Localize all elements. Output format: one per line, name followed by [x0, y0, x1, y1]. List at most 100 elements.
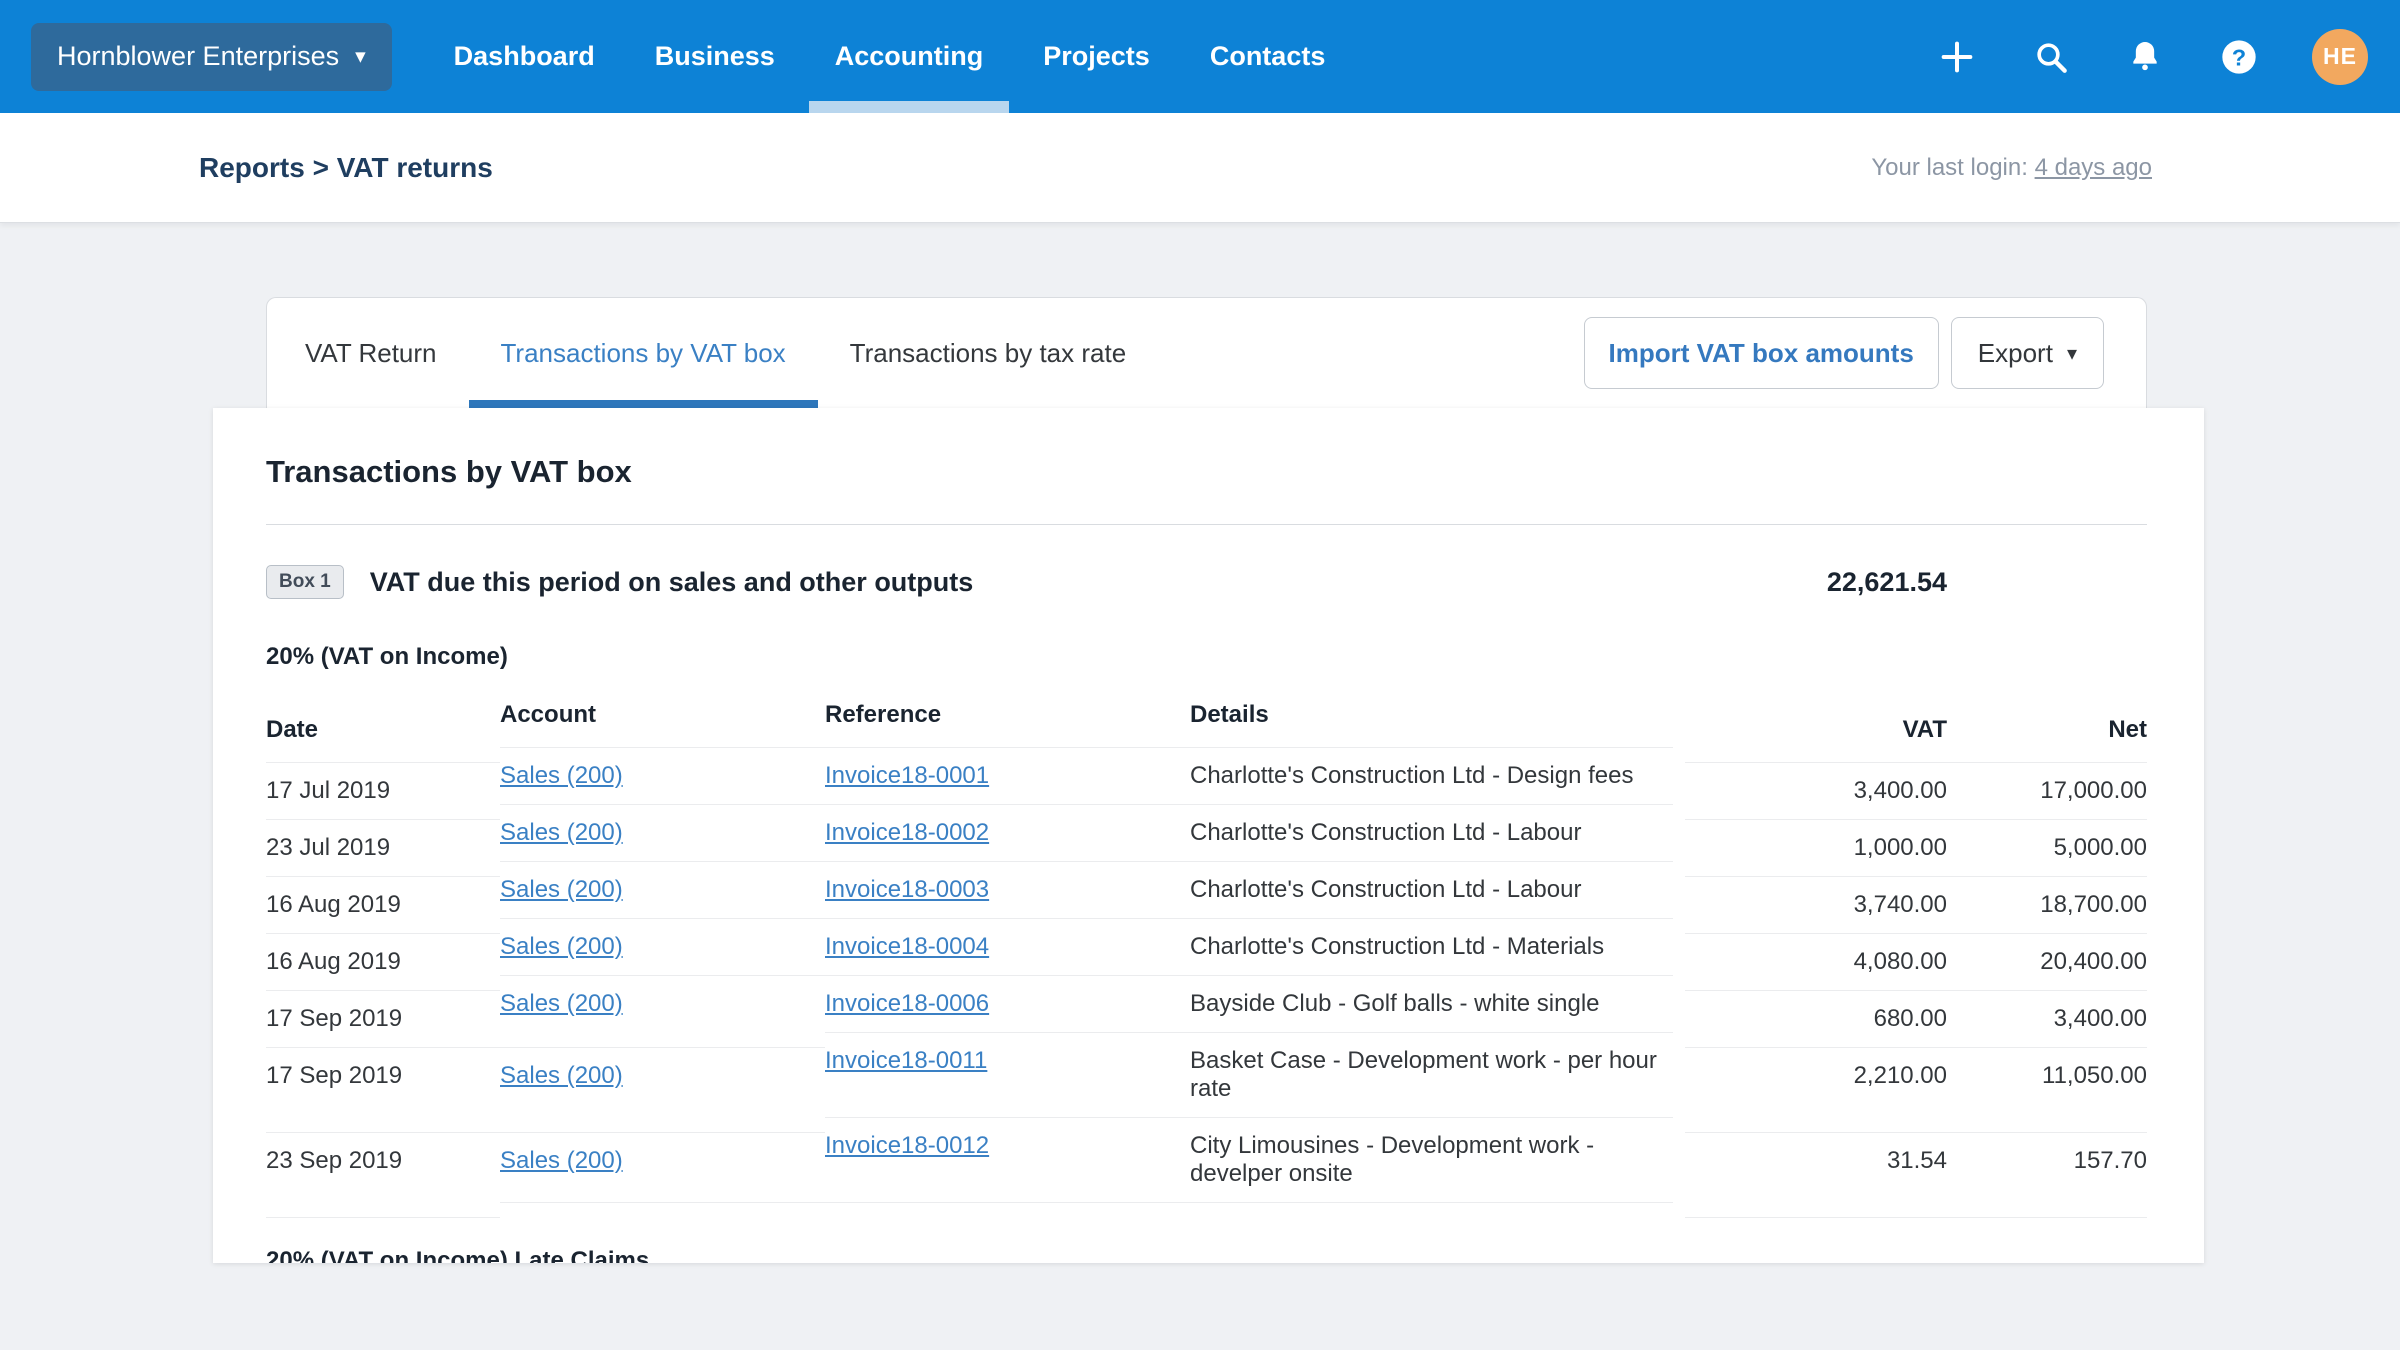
cell-vat: 680.00 [1685, 990, 1947, 1047]
box-label: VAT due this period on sales and other o… [370, 567, 974, 598]
cell-details: Bayside Club - Golf balls - white single [1190, 975, 1673, 1032]
cell-details [1190, 1202, 1673, 1203]
bell-icon[interactable] [2124, 36, 2166, 78]
cell-date: 16 Aug 2019 [266, 933, 500, 990]
account-link[interactable]: Sales (200) [500, 762, 623, 789]
cell-net: 17,000.00 [1947, 762, 2147, 819]
account-link[interactable]: Sales (200) [500, 819, 623, 846]
column-header-details: Details [1190, 691, 1673, 747]
cell-reference: Invoice18-0001 [825, 747, 1190, 804]
cell-reference: Invoice18-0011 [825, 1032, 1190, 1117]
cell-gap [1673, 975, 1685, 1032]
chevron-down-icon: ▾ [355, 46, 366, 67]
cell-account: Sales (200) [500, 1132, 825, 1217]
cell-account: Sales (200) [500, 918, 825, 975]
nav-links: Dashboard Business Accounting Projects C… [454, 0, 1326, 113]
reference-link[interactable]: Invoice18-0006 [825, 990, 989, 1017]
company-selector[interactable]: Hornblower Enterprises ▾ [31, 23, 392, 91]
column-header-vat: VAT [1685, 706, 1947, 762]
cell-date: 16 Aug 2019 [266, 876, 500, 933]
cell-reference: Invoice18-0004 [825, 918, 1190, 975]
import-vat-box-amounts-button[interactable]: Import VAT box amounts [1584, 317, 1939, 389]
export-button[interactable]: Export ▾ [1951, 317, 2104, 389]
cell-account: Sales (200) [500, 1047, 825, 1132]
cell-net: 3,400.00 [1947, 990, 2147, 1047]
cell-details: Charlotte's Construction Ltd - Labour [1190, 804, 1673, 861]
column-gap [1673, 691, 1685, 747]
cell-reference: Invoice18-0003 [825, 861, 1190, 918]
nav-item-business[interactable]: Business [655, 0, 775, 113]
account-link[interactable]: Sales (200) [500, 876, 623, 903]
late-claims-heading: 20% (VAT on Income) Late Claims [266, 1247, 2147, 1263]
reference-link[interactable]: Invoice18-0004 [825, 933, 989, 960]
cell-gap [1673, 1032, 1685, 1117]
report-content: Transactions by VAT box Box 1 VAT due th… [213, 408, 2204, 1263]
cell-vat: 3,400.00 [1685, 762, 1947, 819]
cell-date [266, 1217, 500, 1218]
cell-details: Charlotte's Construction Ltd - Labour [1190, 861, 1673, 918]
reference-link[interactable]: Invoice18-0003 [825, 876, 989, 903]
reference-link[interactable]: Invoice18-0012 [825, 1132, 989, 1159]
nav-item-projects[interactable]: Projects [1043, 0, 1150, 113]
cell-account: Sales (200) [500, 975, 825, 1032]
vat-box-summary: Box 1 VAT due this period on sales and o… [266, 565, 2147, 599]
cell-gap [1673, 918, 1685, 975]
cell-gap [1673, 861, 1685, 918]
column-header-reference: Reference [825, 691, 1190, 747]
last-login-label: Your last login: [1871, 154, 2028, 181]
cell-net: 157.70 [1947, 1132, 2147, 1217]
reference-link[interactable]: Invoice18-0002 [825, 819, 989, 846]
cell-net: 18,700.00 [1947, 876, 2147, 933]
cell-date: 17 Sep 2019 [266, 1047, 500, 1132]
cell-date: 23 Jul 2019 [266, 819, 500, 876]
cell-vat: 31.54 [1685, 1132, 1947, 1217]
cell-details: Basket Case - Development work - per hou… [1190, 1032, 1673, 1117]
box-total: 22,621.54 [1827, 567, 1947, 598]
reference-link[interactable]: Invoice18-0011 [825, 1047, 987, 1074]
tab-actions: Import VAT box amounts Export ▾ [1584, 298, 2146, 408]
export-button-label: Export [1978, 338, 2053, 369]
tab-transactions-by-tax-rate[interactable]: Transactions by tax rate [818, 298, 1159, 408]
top-nav: Hornblower Enterprises ▾ Dashboard Busin… [0, 0, 2400, 113]
account-link[interactable]: Sales (200) [500, 990, 623, 1017]
nav-item-contacts[interactable]: Contacts [1210, 0, 1326, 113]
cell-reference: Invoice18-0006 [825, 975, 1190, 1032]
cell-vat [1685, 1217, 1947, 1218]
cell-vat: 2,210.00 [1685, 1047, 1947, 1132]
account-link[interactable]: Sales (200) [500, 1147, 623, 1174]
report-title: Transactions by VAT box [266, 454, 2147, 490]
transactions-rows: 17 Jul 2019Sales (200)Invoice18-0001Char… [266, 747, 2147, 1203]
cell-details: Charlotte's Construction Ltd - Materials [1190, 918, 1673, 975]
table-header-row: Date Account Reference Details VAT Net [266, 691, 2147, 747]
cell-account: Sales (200) [500, 804, 825, 861]
account-link[interactable]: Sales (200) [500, 1062, 623, 1089]
cell-vat: 3,740.00 [1685, 876, 1947, 933]
avatar[interactable]: HE [2312, 29, 2368, 85]
cell-vat: 4,080.00 [1685, 933, 1947, 990]
transactions-table: Date Account Reference Details VAT Net 1… [266, 691, 2147, 1203]
cell-vat: 1,000.00 [1685, 819, 1947, 876]
cell-account: Sales (200) [500, 747, 825, 804]
search-icon[interactable] [2030, 36, 2072, 78]
report-tabs: VAT Return Transactions by VAT box Trans… [273, 298, 1158, 408]
account-link[interactable]: Sales (200) [500, 933, 623, 960]
reference-link[interactable]: Invoice18-0001 [825, 762, 989, 789]
help-icon[interactable]: ? [2218, 36, 2260, 78]
cell-net [1947, 1217, 2147, 1218]
cell-reference: Invoice18-0012 [825, 1117, 1190, 1202]
cell-reference: Invoice18-0002 [825, 804, 1190, 861]
cell-date: 23 Sep 2019 [266, 1132, 500, 1217]
plus-icon[interactable] [1936, 36, 1978, 78]
nav-item-accounting[interactable]: Accounting [835, 0, 984, 113]
column-header-net: Net [1947, 706, 2147, 762]
chevron-down-icon: ▾ [2067, 341, 2077, 366]
tab-vat-return[interactable]: VAT Return [273, 298, 469, 408]
section-heading: 20% (VAT on Income) [266, 643, 2147, 671]
last-login-link[interactable]: 4 days ago [2035, 154, 2152, 181]
last-login: Your last login: 4 days ago [1871, 154, 2152, 182]
tab-transactions-by-vat-box[interactable]: Transactions by VAT box [469, 298, 818, 408]
column-header-account: Account [500, 691, 825, 747]
cell-gap [1673, 804, 1685, 861]
nav-item-dashboard[interactable]: Dashboard [454, 0, 595, 113]
cell-date: 17 Jul 2019 [266, 762, 500, 819]
